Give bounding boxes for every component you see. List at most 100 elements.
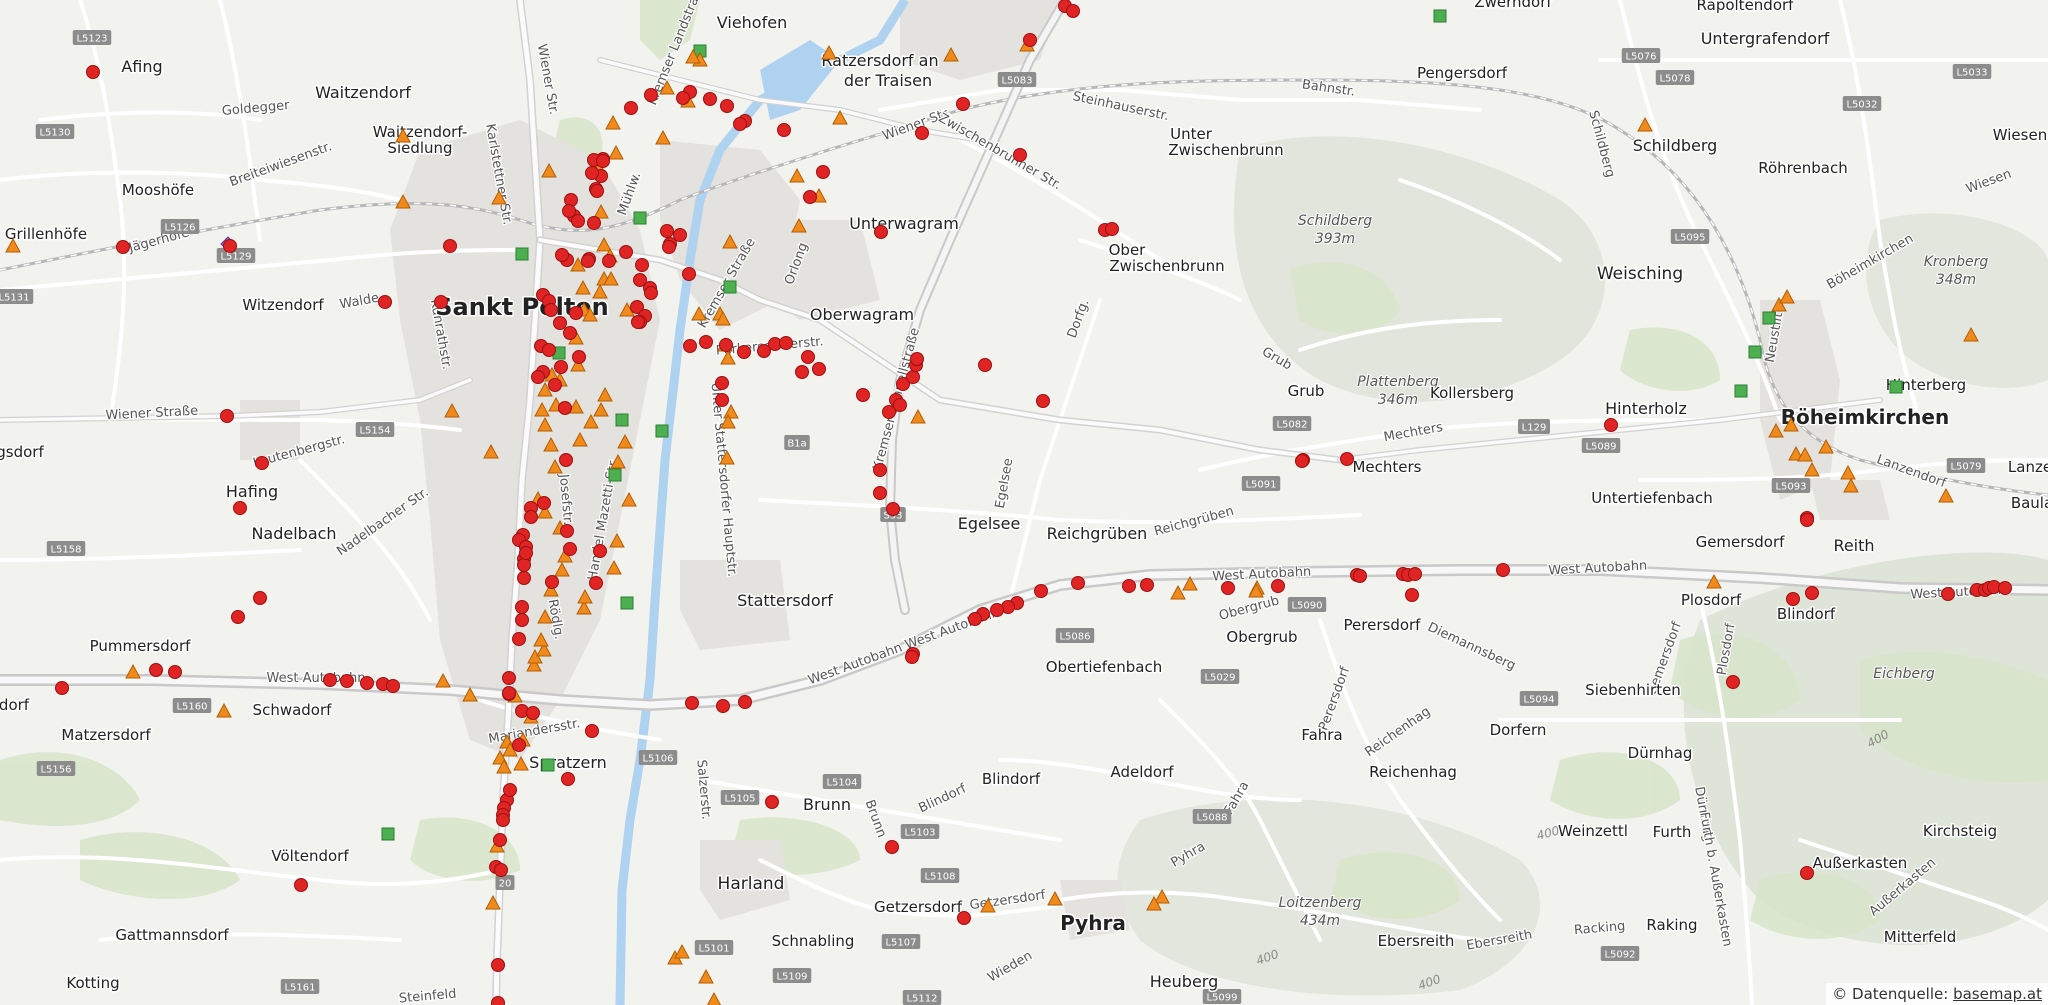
- red-circle-marker[interactable]: [1604, 418, 1618, 432]
- red-circle-marker[interactable]: [563, 326, 577, 340]
- red-circle-marker[interactable]: [1800, 513, 1814, 527]
- red-circle-marker[interactable]: [662, 240, 676, 254]
- red-circle-marker[interactable]: [1805, 586, 1819, 600]
- red-circle-marker[interactable]: [738, 695, 752, 709]
- green-square-marker[interactable]: [723, 280, 737, 294]
- green-square-marker[interactable]: [1734, 384, 1748, 398]
- red-circle-marker[interactable]: [660, 224, 674, 238]
- orange-triangle-marker[interactable]: [1779, 288, 1795, 304]
- red-circle-marker[interactable]: [1408, 567, 1422, 581]
- orange-triangle-marker[interactable]: [910, 408, 926, 424]
- orange-triangle-marker[interactable]: [605, 114, 621, 130]
- red-circle-marker[interactable]: [1071, 576, 1085, 590]
- orange-triangle-marker[interactable]: [1840, 464, 1856, 480]
- red-circle-marker[interactable]: [562, 204, 576, 218]
- green-square-marker[interactable]: [1433, 9, 1447, 23]
- red-circle-marker[interactable]: [956, 97, 970, 111]
- red-circle-marker[interactable]: [223, 239, 237, 253]
- orange-triangle-marker[interactable]: [485, 894, 501, 910]
- orange-triangle-marker[interactable]: [462, 686, 478, 702]
- red-circle-marker[interactable]: [779, 336, 793, 350]
- red-circle-marker[interactable]: [512, 738, 526, 752]
- orange-triangle-marker[interactable]: [609, 532, 625, 548]
- red-circle-marker[interactable]: [1122, 579, 1136, 593]
- red-circle-marker[interactable]: [1295, 454, 1309, 468]
- orange-triangle-marker[interactable]: [1182, 575, 1198, 591]
- red-circle-marker[interactable]: [542, 343, 556, 357]
- red-circle-marker[interactable]: [1941, 587, 1955, 601]
- red-circle-marker[interactable]: [1140, 578, 1154, 592]
- red-circle-marker[interactable]: [502, 671, 516, 685]
- orange-triangle-marker[interactable]: [592, 283, 608, 299]
- green-square-marker[interactable]: [515, 247, 529, 261]
- red-circle-marker[interactable]: [596, 154, 610, 168]
- red-circle-marker[interactable]: [816, 165, 830, 179]
- red-circle-marker[interactable]: [1271, 579, 1285, 593]
- orange-triangle-marker[interactable]: [537, 416, 553, 432]
- red-circle-marker[interactable]: [496, 813, 510, 827]
- orange-triangle-marker[interactable]: [395, 193, 411, 209]
- red-circle-marker[interactable]: [803, 190, 817, 204]
- red-circle-marker[interactable]: [515, 600, 529, 614]
- green-square-marker[interactable]: [381, 827, 395, 841]
- red-circle-marker[interactable]: [233, 501, 247, 515]
- red-circle-marker[interactable]: [602, 254, 616, 268]
- marker-layer[interactable]: [0, 0, 2048, 1005]
- red-circle-marker[interactable]: [537, 496, 551, 510]
- orange-triangle-marker[interactable]: [577, 588, 593, 604]
- red-circle-marker[interactable]: [915, 126, 929, 140]
- red-circle-marker[interactable]: [560, 524, 574, 538]
- red-circle-marker[interactable]: [494, 863, 508, 877]
- orange-triangle-marker[interactable]: [395, 127, 411, 143]
- orange-triangle-marker[interactable]: [621, 491, 637, 507]
- red-circle-marker[interactable]: [524, 510, 538, 524]
- red-circle-marker[interactable]: [491, 958, 505, 972]
- red-circle-marker[interactable]: [589, 576, 603, 590]
- red-circle-marker[interactable]: [715, 376, 729, 390]
- orange-triangle-marker[interactable]: [606, 559, 622, 575]
- red-circle-marker[interactable]: [544, 303, 558, 317]
- red-circle-marker[interactable]: [737, 345, 751, 359]
- red-circle-marker[interactable]: [1221, 581, 1235, 595]
- red-circle-marker[interactable]: [386, 679, 400, 693]
- red-circle-marker[interactable]: [585, 724, 599, 738]
- red-circle-marker[interactable]: [886, 502, 900, 516]
- red-circle-marker[interactable]: [149, 663, 163, 677]
- red-circle-marker[interactable]: [1034, 584, 1048, 598]
- red-circle-marker[interactable]: [590, 184, 604, 198]
- orange-triangle-marker[interactable]: [706, 991, 722, 1005]
- red-circle-marker[interactable]: [519, 546, 533, 560]
- red-circle-marker[interactable]: [558, 401, 572, 415]
- orange-triangle-marker[interactable]: [1170, 584, 1186, 600]
- red-circle-marker[interactable]: [220, 409, 234, 423]
- red-circle-marker[interactable]: [571, 214, 585, 228]
- orange-triangle-marker[interactable]: [583, 413, 599, 429]
- red-circle-marker[interactable]: [86, 65, 100, 79]
- orange-triangle-marker[interactable]: [537, 608, 553, 624]
- red-circle-marker[interactable]: [294, 878, 308, 892]
- orange-triangle-marker[interactable]: [541, 162, 557, 178]
- orange-triangle-marker[interactable]: [608, 144, 624, 160]
- orange-triangle-marker[interactable]: [1818, 438, 1834, 454]
- red-circle-marker[interactable]: [360, 676, 374, 690]
- red-circle-marker[interactable]: [515, 613, 529, 627]
- red-circle-marker[interactable]: [587, 216, 601, 230]
- orange-triangle-marker[interactable]: [610, 453, 626, 469]
- green-square-marker[interactable]: [541, 758, 555, 772]
- red-circle-marker[interactable]: [644, 88, 658, 102]
- red-circle-marker[interactable]: [493, 833, 507, 847]
- red-circle-marker[interactable]: [554, 360, 568, 374]
- red-circle-marker[interactable]: [1023, 33, 1037, 47]
- orange-triangle-marker[interactable]: [1768, 422, 1784, 438]
- orange-triangle-marker[interactable]: [1843, 477, 1859, 493]
- red-circle-marker[interactable]: [502, 686, 516, 700]
- red-circle-marker[interactable]: [635, 258, 649, 272]
- red-circle-marker[interactable]: [1726, 675, 1740, 689]
- green-square-marker[interactable]: [633, 211, 647, 225]
- red-circle-marker[interactable]: [116, 240, 130, 254]
- red-circle-marker[interactable]: [559, 453, 573, 467]
- red-circle-marker[interactable]: [55, 681, 69, 695]
- red-circle-marker[interactable]: [856, 388, 870, 402]
- orange-triangle-marker[interactable]: [593, 203, 609, 219]
- orange-triangle-marker[interactable]: [575, 279, 591, 295]
